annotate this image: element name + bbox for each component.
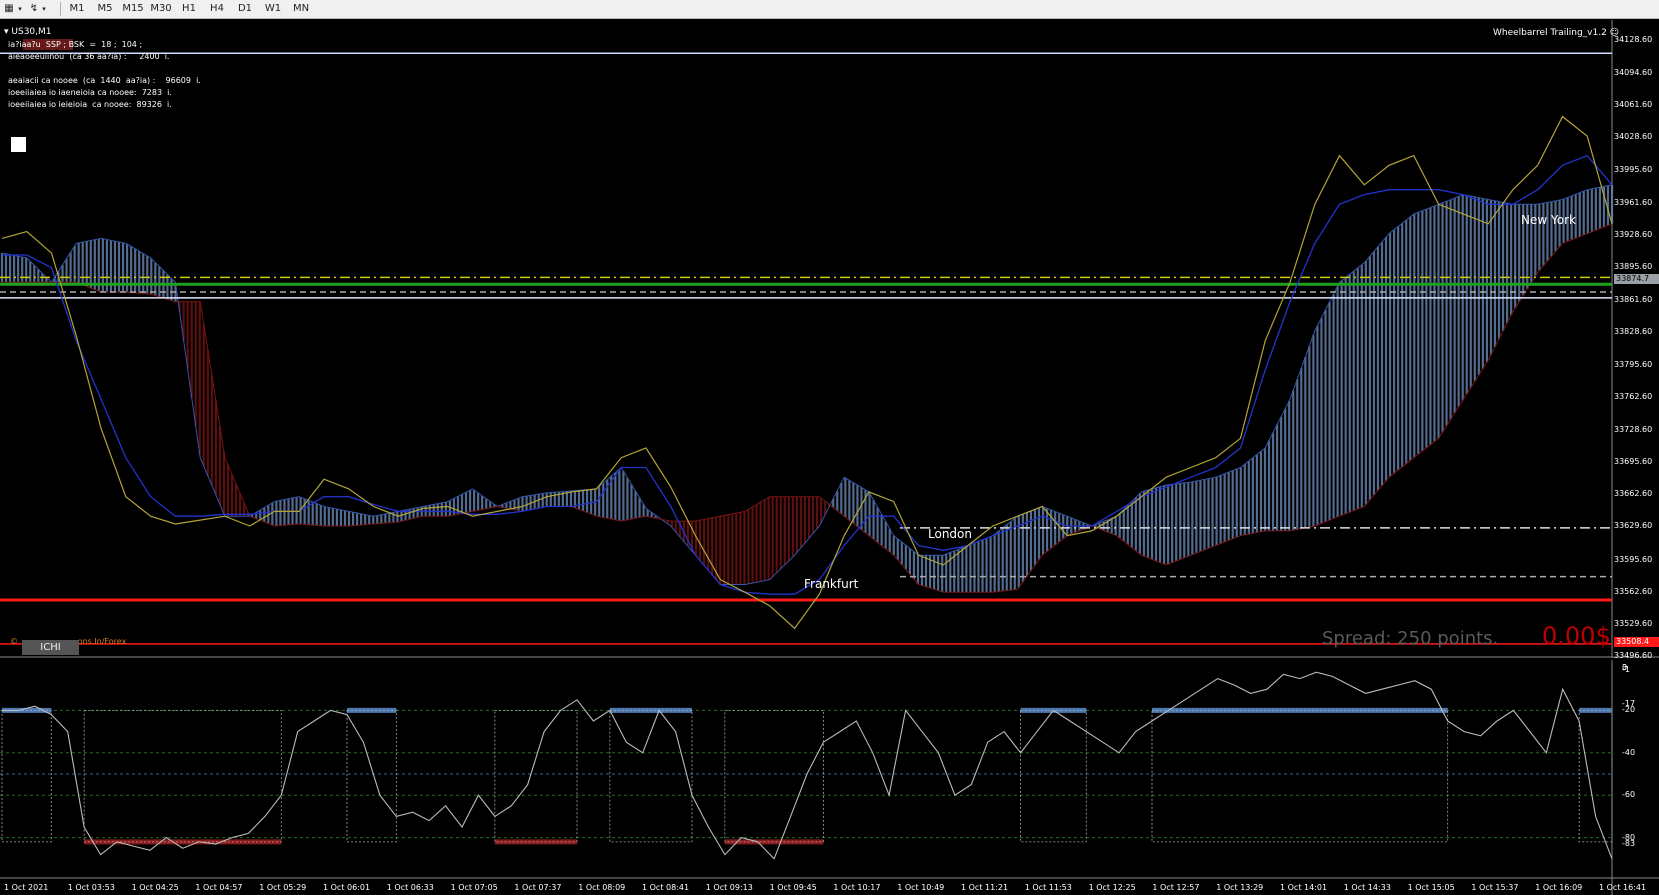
time-tick-label: 1 Oct 15:05 bbox=[1407, 883, 1455, 892]
time-tick-label: 1 Oct 2021 bbox=[4, 883, 49, 892]
chevron-down-icon[interactable]: ▾ bbox=[40, 1, 48, 16]
current-price-tag: 33874.7 bbox=[1614, 274, 1659, 284]
price-tick-label: 33928.60 bbox=[1614, 229, 1653, 239]
info-line: aeaiacii ca nooee (ca 1440 aa?ia) : 9660… bbox=[8, 76, 201, 85]
time-tick-label: 1 Oct 14:33 bbox=[1343, 883, 1391, 892]
osc-background bbox=[0, 660, 1659, 895]
time-tick-label: 1 Oct 07:05 bbox=[450, 883, 498, 892]
timeframe-h1[interactable]: H1 bbox=[176, 1, 202, 16]
price-tick-label: 34028.60 bbox=[1614, 132, 1653, 142]
spread-text: Spread: 250 points. bbox=[1322, 628, 1499, 649]
price-tick-label: 33961.60 bbox=[1614, 197, 1653, 207]
time-tick-label: 1 Oct 15:37 bbox=[1471, 883, 1519, 892]
profit-text: 0.00$ bbox=[1542, 622, 1611, 650]
chevron-down-icon[interactable]: ▾ bbox=[16, 1, 24, 16]
price-tick-label: 33762.60 bbox=[1614, 391, 1653, 401]
time-tick-label: 1 Oct 04:25 bbox=[131, 883, 179, 892]
time-tick-label: 1 Oct 08:09 bbox=[578, 883, 626, 892]
price-tick-label: 34061.60 bbox=[1614, 100, 1653, 110]
price-tick-label: 33995.60 bbox=[1614, 164, 1653, 174]
chart-settings-icon[interactable]: ▦ bbox=[2, 1, 16, 16]
time-tick-label: 1 Oct 16:41 bbox=[1599, 883, 1647, 892]
timeframe-m5[interactable]: M5 bbox=[92, 1, 118, 16]
price-tick-label: 33496.60 bbox=[1614, 651, 1653, 660]
info-line: ia?iaa?u SSP ; BSK = 18 ; 104 ; bbox=[8, 40, 143, 49]
timeframe-h4[interactable]: H4 bbox=[204, 1, 230, 16]
timeframe-mn[interactable]: MN bbox=[288, 1, 314, 16]
symbol-text: US30,M1 bbox=[11, 27, 52, 37]
symbol-label: ▾ US30,M1 bbox=[4, 27, 52, 37]
toolbar: ▦ ▾ ↯ ▾ M1 M5 M15 M30 H1 H4 D1 W1 MN bbox=[0, 0, 1659, 19]
time-tick-label: 1 Oct 10:17 bbox=[833, 883, 881, 892]
time-tick-label: 1 Oct 12:57 bbox=[1152, 883, 1200, 892]
time-tick-label: 1 Oct 10:49 bbox=[897, 883, 945, 892]
timeframe-m1[interactable]: M1 bbox=[64, 1, 90, 16]
price-tick-label: 33562.60 bbox=[1614, 586, 1653, 596]
time-tick-label: 1 Oct 12:25 bbox=[1088, 883, 1136, 892]
price-tick-label: 34128.60 bbox=[1614, 35, 1653, 44]
price-tick-label: 33728.60 bbox=[1614, 424, 1653, 434]
price-tick-label: 33529.60 bbox=[1614, 618, 1653, 628]
price-tick-label: 33895.60 bbox=[1614, 262, 1653, 272]
time-tick-label: 1 Oct 09:13 bbox=[705, 883, 753, 892]
timeframe-m30[interactable]: M30 bbox=[148, 1, 174, 16]
ea-name-text: Wheelbarrel Trailing_v1.2 bbox=[1493, 28, 1607, 38]
low-price-tag: 33508.4 bbox=[1614, 637, 1659, 647]
price-tick-label: 33861.60 bbox=[1614, 295, 1653, 305]
price-tick-label: 33629.60 bbox=[1614, 521, 1653, 531]
timeframe-d1[interactable]: D1 bbox=[232, 1, 258, 16]
osc-tick-label: -40 bbox=[1622, 747, 1636, 757]
osc-tick-label: -83 bbox=[1622, 838, 1636, 848]
time-tick-label: 1 Oct 11:53 bbox=[1024, 883, 1072, 892]
info-line: ioeeiiaiea io ieieioia ca nooee: 89326 i… bbox=[8, 100, 172, 109]
session-london: London bbox=[928, 527, 972, 541]
osc-tick-label: -20 bbox=[1622, 705, 1636, 715]
price-tick-label: 33695.60 bbox=[1614, 457, 1653, 467]
oscillator-chart[interactable] bbox=[0, 660, 1659, 895]
ea-name-label: Wheelbarrel Trailing_v1.2 ☺ bbox=[1493, 28, 1619, 38]
info-line: aieaoeeuiinou (ca 36 aa?ia) : 2400 i. bbox=[8, 52, 170, 61]
main-chart[interactable] bbox=[0, 20, 1659, 658]
time-tick-label: 1 Oct 11:21 bbox=[961, 883, 1009, 892]
price-tick-label: 33795.60 bbox=[1614, 359, 1653, 369]
osc-tick-label: -60 bbox=[1622, 790, 1636, 800]
time-tick-label: 1 Oct 09:45 bbox=[769, 883, 817, 892]
price-tick-label: 33595.60 bbox=[1614, 554, 1653, 564]
ichi-button[interactable]: ICHI bbox=[22, 640, 79, 655]
session-new-york: New York bbox=[1521, 213, 1576, 227]
toolbar-separator bbox=[60, 2, 61, 16]
price-tick-label: 33828.60 bbox=[1614, 327, 1653, 337]
time-tick-label: 1 Oct 06:01 bbox=[323, 883, 371, 892]
white-square[interactable] bbox=[11, 137, 26, 152]
price-tick-label: 33662.60 bbox=[1614, 489, 1653, 499]
copyright-symbol: © bbox=[10, 637, 18, 646]
time-tick-label: 1 Oct 16:09 bbox=[1535, 883, 1583, 892]
time-tick-label: 1 Oct 06:33 bbox=[386, 883, 434, 892]
time-tick-label: 1 Oct 14:01 bbox=[1280, 883, 1328, 892]
time-tick-label: 1 Oct 08:41 bbox=[642, 883, 690, 892]
timeframe-w1[interactable]: W1 bbox=[260, 1, 286, 16]
osc-tick-label: -1 bbox=[1622, 665, 1630, 675]
time-tick-label: 1 Oct 04:57 bbox=[195, 883, 243, 892]
time-tick-label: 1 Oct 13:29 bbox=[1216, 883, 1264, 892]
time-tick-label: 1 Oct 05:29 bbox=[259, 883, 307, 892]
time-tick-label: 1 Oct 07:37 bbox=[514, 883, 562, 892]
time-tick-label: 1 Oct 03:53 bbox=[67, 883, 115, 892]
timeframe-m15[interactable]: M15 bbox=[120, 1, 146, 16]
price-tick-label: 34094.60 bbox=[1614, 68, 1653, 78]
info-line: ioeeiiaiea io iaeneioia ca nooee: 7283 i… bbox=[8, 88, 172, 97]
session-frankfurt: Frankfurt bbox=[804, 577, 859, 591]
